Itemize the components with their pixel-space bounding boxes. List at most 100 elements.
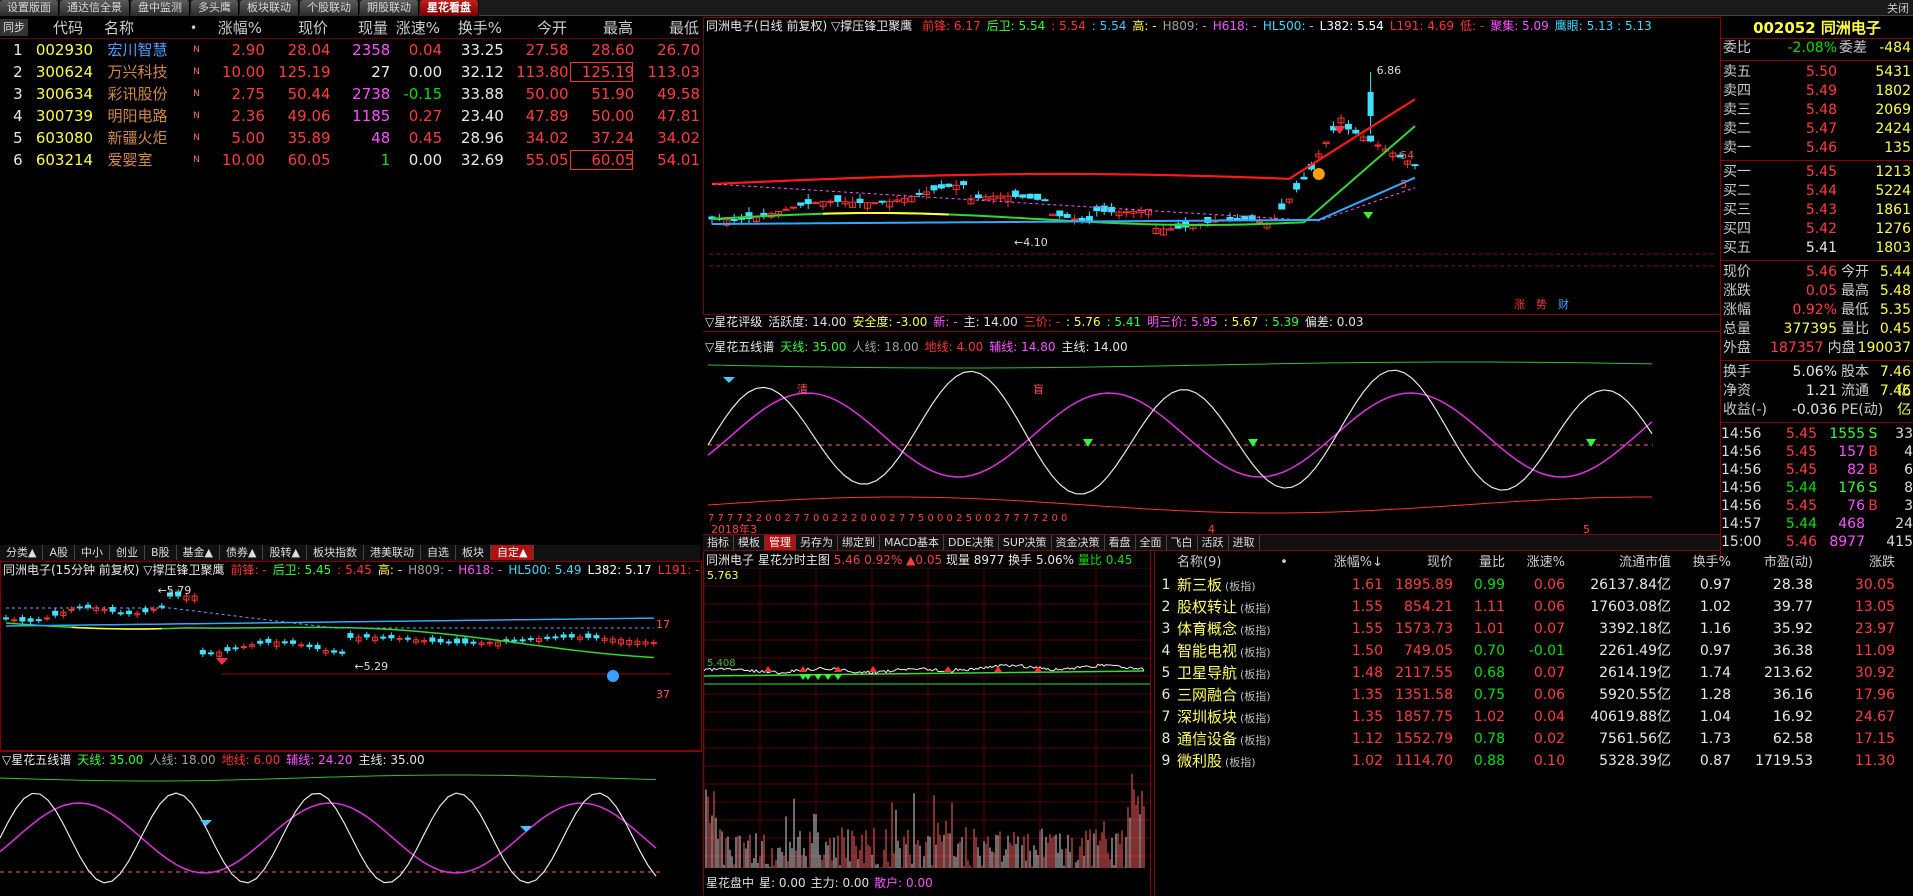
sector-col-header[interactable]: 涨跌 — [1813, 552, 1895, 574]
category-tab[interactable]: B股 — [145, 545, 177, 560]
indicator-tab[interactable]: 飞白 — [1167, 535, 1198, 550]
sector-col-header[interactable]: 市盈(动) — [1731, 552, 1813, 574]
sector-spd: 0.07 — [1505, 662, 1565, 684]
col-turnover[interactable]: 换手% — [440, 17, 502, 38]
sector-col-header[interactable]: 名称(9) — [1177, 552, 1273, 574]
col-code[interactable]: 代码 — [32, 17, 104, 38]
sector-col-header[interactable]: 涨幅%↓ — [1295, 552, 1383, 574]
order-book-row[interactable]: 买四 5.42 1276 — [1721, 220, 1913, 239]
tab-panorama[interactable]: 通达信全景 — [60, 0, 130, 16]
quote-header[interactable]: 002052 同洲电子 — [1721, 17, 1913, 39]
col-name[interactable]: 名称 — [104, 17, 190, 38]
col-chg[interactable]: 涨幅% — [210, 17, 262, 38]
tab-layout-settings[interactable]: 设置版面 — [0, 0, 59, 16]
five-line-panel[interactable]: ▽星花五线谱 天线: 35.00 人线: 18.00 地线: 4.00 辅线: 14.8… — [703, 339, 1721, 535]
watch-row[interactable]: 5 603080 新疆火炬 N 5.00 35.89 48 0.45 28.96 34.02 37.… — [0, 127, 700, 149]
sector-row[interactable]: 3 体育概念 (板指) 1.55 1573.73 1.01 0.07 3392.18亿 1.16… — [1155, 618, 1913, 640]
category-tab[interactable]: 债券▲ — [220, 545, 263, 560]
sector-row[interactable]: 7 深圳板块 (板指) 1.35 1857.75 1.02 0.04 40619.88亿 1.0… — [1155, 706, 1913, 728]
daily-kline-chart[interactable]: 6.86 ←4.10 54 5 涨势财 — [704, 34, 1720, 314]
watch-row[interactable]: 6 603214 爱婴室 N 10.00 60.05 1 0.00 32.69 55.05 60.0… — [0, 149, 700, 171]
category-tab[interactable]: 中小 — [75, 545, 110, 560]
tab-bull-eagle[interactable]: 多头鹰 — [191, 0, 239, 16]
col-vol[interactable]: 现量 — [328, 17, 388, 38]
category-tab[interactable]: 股转▲ — [263, 545, 306, 560]
indicator-tab[interactable]: 进取 — [1229, 535, 1260, 550]
indicator-tab[interactable]: 绑定到 — [838, 535, 880, 550]
candle-body — [553, 637, 558, 638]
tab-stock-link[interactable]: 个股联动 — [300, 0, 359, 16]
order-book-row[interactable]: 买三 5.43 1861 — [1721, 201, 1913, 220]
level-price: 5.47 — [1773, 120, 1837, 139]
watch-row[interactable]: 3 300634 彩讯股份 N 2.75 50.44 2738 -0.15 33.88 50.00… — [0, 83, 700, 105]
row-number: 6 — [0, 149, 36, 171]
15min-kline-chart[interactable]: ←5.79 ←5.29 17 37 — [1, 578, 701, 750]
order-book-row[interactable]: 卖一 5.46 135 — [1721, 139, 1913, 158]
sector-row[interactable]: 4 智能电视 (板指) 1.50 749.05 0.70 -0.01 2261.49亿 0.97… — [1155, 640, 1913, 662]
col-high[interactable]: 最高 — [567, 17, 633, 38]
col-low[interactable]: 最低 — [633, 17, 699, 38]
sector-row[interactable]: 8 通信设备 (板指) 1.12 1552.79 0.78 0.02 7561.56亿 1.73… — [1155, 728, 1913, 750]
15min-five-line-chart[interactable] — [0, 768, 702, 896]
indicator-tab[interactable]: 管理 — [765, 535, 796, 550]
category-tab[interactable]: 自定▲ — [491, 545, 534, 560]
sector-row[interactable]: 1 新三板 (板指) 1.61 1895.89 0.99 0.06 26137.84亿 0.97… — [1155, 574, 1913, 596]
order-book-row[interactable]: 买五 5.41 1803 — [1721, 239, 1913, 258]
order-book-row[interactable]: 卖二 5.47 2424 — [1721, 120, 1913, 139]
sector-col-header[interactable]: • — [1273, 552, 1295, 574]
watch-row[interactable]: 4 300739 明阳电路 N 2.36 49.06 1185 0.27 23.40 47.89 5… — [0, 105, 700, 127]
sector-row[interactable]: 5 卫星导航 (板指) 1.48 2117.55 0.68 0.07 2614.19亿 1.74… — [1155, 662, 1913, 684]
sector-col-header[interactable] — [1155, 552, 1177, 574]
order-book-row[interactable]: 买一 5.45 1213 — [1721, 163, 1913, 182]
category-tab[interactable]: 自选 — [421, 545, 456, 560]
category-tab[interactable]: 分类▲ — [0, 545, 43, 560]
sector-row[interactable]: 9 微利股 (板指) 1.02 1114.70 0.88 0.10 5328.39亿 0.87 1… — [1155, 750, 1913, 772]
sector-col-header[interactable]: 流通市值 — [1565, 552, 1671, 574]
tab-star-watch[interactable]: 星花看盘 — [420, 0, 479, 16]
tab-intraday-monitor[interactable]: 盘中监测 — [131, 0, 190, 16]
indicator-tab[interactable]: DDE决策 — [944, 535, 999, 550]
indicator-tab[interactable]: MACD基本 — [880, 535, 944, 550]
category-tab[interactable]: 基金▲ — [177, 545, 220, 560]
indicator-tab[interactable]: 全面 — [1136, 535, 1167, 550]
tab-sector-link[interactable]: 板块联动 — [240, 0, 299, 16]
order-book-row[interactable]: 卖五 5.50 5431 — [1721, 63, 1913, 82]
category-tab[interactable]: 板块指数 — [307, 545, 364, 560]
indicator-tab[interactable]: 指标 — [703, 535, 734, 550]
indicator-tab[interactable]: 模板 — [734, 535, 765, 550]
sector-row[interactable]: 6 三网融合 (板指) 1.35 1351.58 0.75 0.06 5920.55亿 1.28… — [1155, 684, 1913, 706]
15min-kline-panel[interactable]: 同洲电子(15分钟 前复权) ▽撑压锋卫聚鹰 前锋: - 后卫: 5.45: 5.4… — [0, 561, 702, 751]
category-tab[interactable]: 港美联动 — [364, 545, 421, 560]
order-book-row[interactable]: 卖三 5.48 2069 — [1721, 101, 1913, 120]
level-label: 买四 — [1723, 220, 1773, 239]
col-open[interactable]: 今开 — [502, 17, 567, 38]
sector-col-header[interactable]: 现价 — [1383, 552, 1453, 574]
indicator-tab[interactable]: SUP决策 — [999, 535, 1052, 550]
col-price[interactable]: 现价 — [262, 17, 328, 38]
category-tab[interactable]: A股 — [43, 545, 75, 560]
sector-row[interactable]: 2 股权转让 (板指) 1.55 854.21 1.11 0.06 17603.08亿 1.02… — [1155, 596, 1913, 618]
sync-button[interactable]: 同步 — [0, 19, 28, 36]
category-tab[interactable]: 创业 — [110, 545, 145, 560]
order-book-row[interactable]: 买二 5.44 5224 — [1721, 182, 1913, 201]
col-speed[interactable]: 涨速% — [388, 17, 440, 38]
indicator-tab[interactable]: 看盘 — [1105, 535, 1136, 550]
sector-col-header[interactable]: 涨速% — [1505, 552, 1565, 574]
indicator-tab[interactable]: 另存为 — [796, 535, 838, 550]
order-book-row[interactable]: 卖四 5.49 1802 — [1721, 82, 1913, 101]
sector-col-header[interactable]: 量比 — [1453, 552, 1505, 574]
indicator-tab[interactable]: 活跃 — [1198, 535, 1229, 550]
watch-row[interactable]: 2 300624 万兴科技 N 10.00 125.19 27 0.00 32.12 113.80… — [0, 61, 700, 83]
close-button[interactable]: 关闭 — [1887, 0, 1909, 16]
indicator-tab[interactable]: 资金决策 — [1052, 535, 1105, 550]
five-line-chart[interactable]: 清 盲 7 7 7 7 2 2 0 0 2 7 7 0 0 2 2 2 0 0 0 … — [703, 355, 1721, 535]
sector-col-header[interactable]: 换手% — [1671, 552, 1731, 574]
category-tab[interactable]: 板块 — [456, 545, 491, 560]
intraday-chart[interactable]: 5.763 5.408 — [704, 568, 1150, 874]
watch-row[interactable]: 1 002930 宏川智慧 N 2.90 28.04 2358 0.04 33.25 27.58 2… — [0, 39, 700, 61]
daily-kline-panel[interactable]: 同洲电子(日线 前复权) ▽撑压锋卫聚鹰 前锋: 6.17 后卫: 5.54: 5… — [703, 17, 1721, 315]
intraday-panel[interactable]: 同洲电子 星花分时主图 5.46 0.92% ▲0.05 现量 8977 换手 … — [703, 552, 1151, 895]
stat-value: 0.45 — [1875, 320, 1911, 339]
15min-five-line-panel[interactable]: ▽星花五线谱 天线: 35.00 人线: 18.00 地线: 6.00 辅线: 24.2… — [0, 751, 702, 895]
tab-futures-link[interactable]: 期股联动 — [360, 0, 419, 16]
